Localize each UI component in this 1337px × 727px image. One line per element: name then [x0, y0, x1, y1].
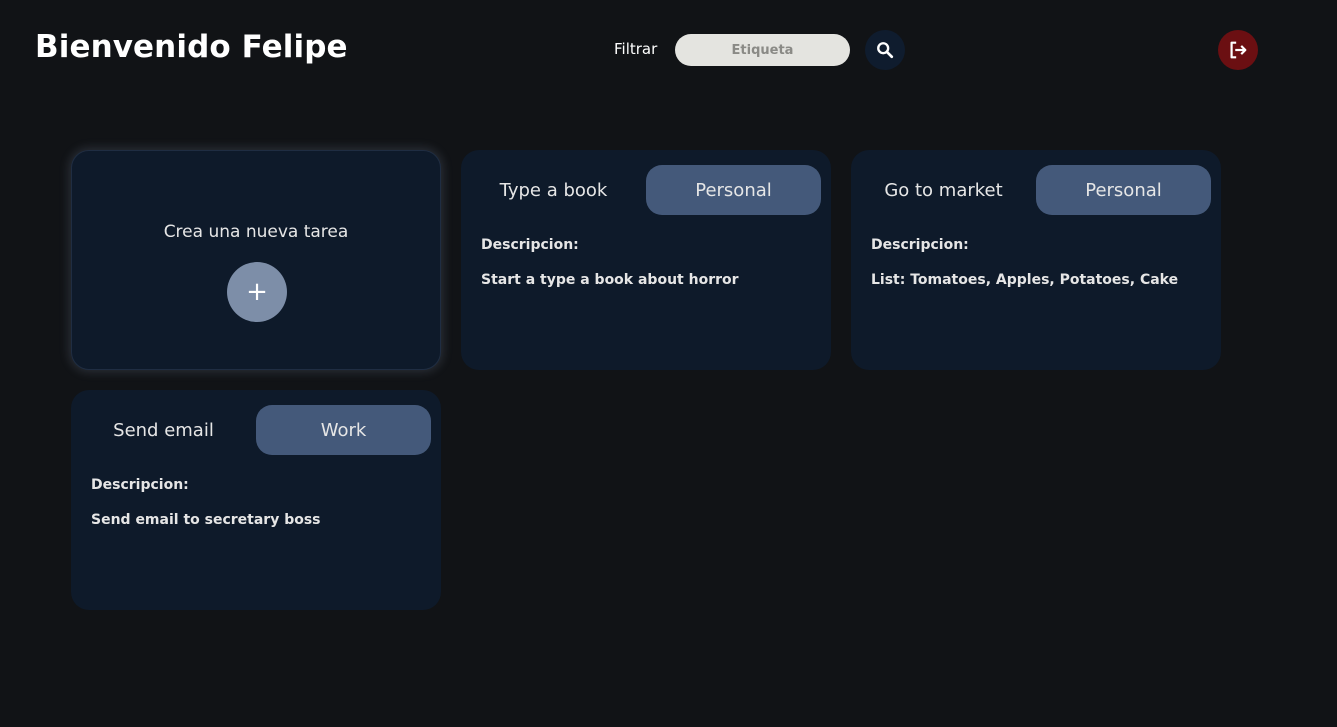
description-text: List: Tomatoes, Apples, Potatoes, Cake [871, 272, 1179, 288]
task-title: Type a book [499, 180, 608, 201]
task-tag: Personal [1036, 165, 1211, 215]
description-label: Descripcion: [871, 237, 969, 253]
description-text: Start a type a book about horror [481, 272, 739, 288]
task-card[interactable]: Send email Work Descripcion: Send email … [71, 390, 441, 610]
page-title: Bienvenido Felipe [35, 29, 348, 65]
description-label: Descripcion: [91, 477, 189, 493]
task-tag: Work [256, 405, 431, 455]
task-title: Go to market [884, 180, 1003, 201]
description-label: Descripcion: [481, 237, 579, 253]
search-icon [877, 42, 894, 59]
search-button[interactable] [865, 30, 905, 70]
plus-icon: + [246, 277, 268, 307]
filter-input[interactable] [675, 34, 850, 66]
task-card[interactable]: Go to market Personal Descripcion: List:… [851, 150, 1221, 370]
logout-icon [1230, 41, 1247, 59]
description-text: Send email to secretary boss [91, 512, 321, 528]
new-task-card: Crea una nueva tarea + [71, 150, 441, 370]
task-tag: Personal [646, 165, 821, 215]
header: Bienvenido Felipe Filtrar [0, 0, 1337, 100]
add-task-button[interactable]: + [227, 262, 287, 322]
new-task-title: Crea una nueva tarea [163, 222, 349, 242]
filter-label: Filtrar [614, 40, 658, 58]
task-title: Send email [113, 420, 214, 441]
task-card[interactable]: Type a book Personal Descripcion: Start … [461, 150, 831, 370]
logout-button[interactable] [1218, 30, 1258, 70]
